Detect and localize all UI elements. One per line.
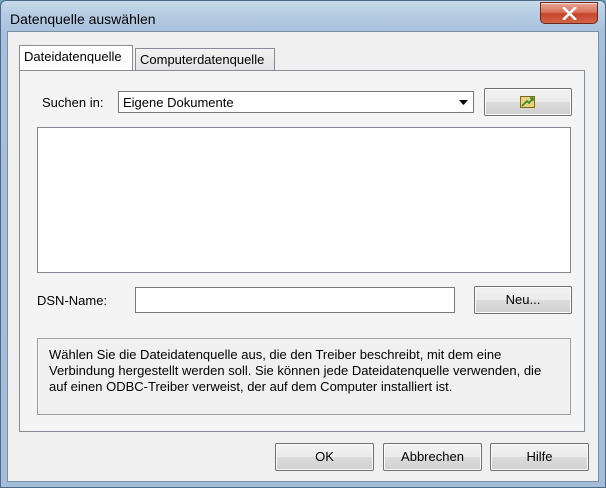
tab-file-dsn-label: Dateidatenquelle bbox=[24, 49, 122, 64]
dialog-client-area: Dateidatenquelle Computerdatenquelle Suc… bbox=[7, 31, 599, 482]
folder-up-button[interactable] bbox=[484, 88, 572, 116]
tab-file-dsn[interactable]: Dateidatenquelle bbox=[19, 45, 133, 70]
help-button-label: Hilfe bbox=[526, 449, 553, 464]
lookin-dropdown[interactable]: Eigene Dokumente bbox=[118, 91, 474, 113]
new-button[interactable]: Neu... bbox=[474, 286, 572, 314]
cancel-button-label: Abbrechen bbox=[401, 449, 464, 464]
lookin-label: Suchen in: bbox=[42, 95, 104, 110]
help-button[interactable]: Hilfe bbox=[490, 443, 589, 471]
cancel-button[interactable]: Abbrechen bbox=[383, 443, 482, 471]
dsn-name-label: DSN-Name: bbox=[37, 293, 108, 308]
window-title: Datenquelle auswählen bbox=[10, 11, 156, 27]
ok-button[interactable]: OK bbox=[275, 443, 374, 471]
data-source-list[interactable] bbox=[37, 127, 571, 273]
new-button-label: Neu... bbox=[505, 292, 541, 307]
chevron-down-icon bbox=[459, 100, 468, 105]
info-box: Wählen Sie die Dateidatenquelle aus, die… bbox=[37, 338, 571, 415]
ok-button-label: OK bbox=[315, 449, 334, 464]
lookin-value: Eigene Dokumente bbox=[123, 95, 234, 110]
tab-machine-dsn[interactable]: Computerdatenquelle bbox=[135, 48, 275, 70]
lookin-dropdown-button[interactable] bbox=[454, 93, 472, 111]
close-icon bbox=[562, 7, 577, 20]
info-text: Wählen Sie die Dateidatenquelle aus, die… bbox=[49, 347, 542, 394]
dialog-window: Datenquelle auswählen Dateidatenquelle C… bbox=[0, 0, 606, 488]
close-button[interactable] bbox=[540, 2, 598, 24]
folder-up-icon bbox=[520, 96, 535, 108]
tab-machine-dsn-label: Computerdatenquelle bbox=[140, 52, 265, 67]
dsn-name-input[interactable] bbox=[135, 287, 455, 313]
